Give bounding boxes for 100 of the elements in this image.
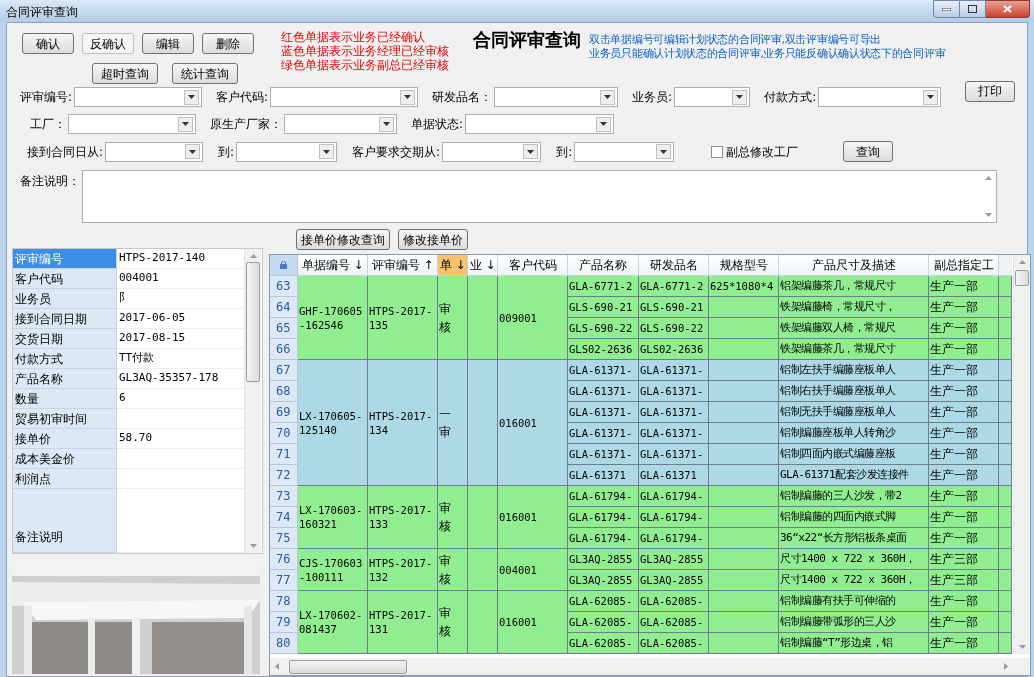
column-header[interactable]: 评审编号 ↑ [368,255,438,276]
column-header[interactable]: 单据编号 ↓ [298,255,368,276]
scrollbar[interactable] [244,249,261,553]
field-label: 备注说明： [20,173,80,190]
dropdown-field[interactable] [74,87,203,107]
dropdown-field[interactable] [494,87,619,107]
property-label[interactable]: 贸易初审时间 [13,409,117,429]
property-label[interactable]: 利润点 [13,469,117,489]
scroll-down-icon[interactable] [1018,645,1026,649]
dropdown-field[interactable] [465,114,615,134]
column-header[interactable] [999,255,1012,276]
column-header[interactable]: 单 ↓ [438,255,468,276]
table-cell: 铝制编藤有扶手可伸缩的 [779,591,929,612]
scrollbar-thumb[interactable] [1015,270,1029,286]
scroll-down-icon[interactable] [249,544,257,548]
property-label[interactable]: 客户代码 [13,269,117,289]
action-button[interactable]: 超时查询 [92,63,158,84]
action-button[interactable]: 修改接单价 [398,229,468,250]
table-cell: GL3AQ-2855 [639,570,709,591]
page-heading: 合同评审查询 [473,31,581,52]
dropdown-field[interactable] [236,141,338,162]
table-cell: GLA-62085- [568,633,639,654]
dropdown-field[interactable] [105,141,204,162]
action-button[interactable]: 查询 [843,141,894,162]
property-label[interactable]: 交货日期 [13,329,117,349]
legend-text: 蓝色单据表示业务经理已经审核 [281,44,449,58]
scroll-down-icon[interactable] [984,213,992,217]
scroll-up-icon[interactable] [1018,260,1026,264]
table-cell: 铝制编藤带弧形的三人沙 [779,612,929,633]
property-label[interactable]: 业务员 [13,289,117,309]
row-number: 74 [270,507,298,528]
property-label[interactable]: 接到合同日期 [13,309,117,329]
property-label[interactable]: 付款方式 [13,349,117,369]
action-button[interactable]: 确认 [22,33,74,54]
action-button[interactable]: 统计查询 [172,63,238,84]
review-number-cell[interactable]: HTPS-2017-133 [368,486,438,549]
dropdown-field[interactable] [68,114,196,134]
property-label[interactable]: 数量 [13,389,117,409]
scrollbar[interactable] [1013,255,1030,654]
caret-icon [189,149,197,154]
dropdown-field[interactable] [284,114,397,134]
scroll-up-icon[interactable] [249,254,257,258]
action-button[interactable]: 编辑 [142,33,194,54]
property-label[interactable]: 成本美金价 [13,449,117,469]
dropdown-field[interactable] [270,87,419,107]
column-header[interactable]: 产品尺寸及描述 [779,255,929,276]
close-button[interactable] [986,0,1030,18]
dropdown-field[interactable] [818,87,942,107]
column-header[interactable]: 规格型号 [709,255,779,276]
table-cell: GLA-6771-2 [568,276,639,297]
scroll-left-icon[interactable] [275,663,279,670]
review-number-cell[interactable]: HTPS-2017-132 [368,549,438,591]
document-number-cell[interactable]: LX-170603-160321 [298,486,368,549]
row-number: 75 [270,528,298,549]
dropdown-field[interactable] [574,141,675,162]
document-number-cell[interactable]: LX-170602-081437 [298,591,368,654]
review-number-cell[interactable]: HTPS-2017-135 [368,276,438,360]
maximize-button[interactable] [960,0,986,18]
checkbox[interactable] [711,145,724,158]
table-cell: 铝制编藤座板单人转角沙 [779,423,929,444]
column-header[interactable]: 产品名称 [568,255,639,276]
table-cell: 生产一部 [929,465,999,486]
column-header[interactable]: 副总指定工 [929,255,999,276]
legend-text: 红色单据表示业务已经确认 [281,30,426,44]
scrollbar-thumb[interactable] [289,659,407,674]
column-header[interactable]: 研发品名 [639,255,709,276]
property-label[interactable]: 接单价 [13,429,117,449]
table-cell: GLS-690-21 [639,297,709,318]
document-number-cell[interactable]: GHF-170605-162546 [298,276,368,360]
customer-code-cell: 004001 [498,549,568,591]
property-label[interactable]: 产品名称 [13,369,117,389]
field-label: 到: [218,143,235,161]
field-label: 评审编号: [20,89,73,106]
scrollbar[interactable] [270,658,1030,675]
corner-header[interactable] [270,255,298,276]
column-header[interactable]: 客户代码 [498,255,568,276]
table-cell: GLS02-2636 [568,339,639,360]
remarks-field[interactable] [82,170,997,223]
review-number-cell[interactable]: HTPS-2017-131 [368,591,438,654]
scroll-up-icon[interactable] [984,176,992,180]
row-number: 71 [270,444,298,465]
close-icon [1003,5,1012,13]
table-cell: 生产三部 [929,570,999,591]
action-button[interactable]: 接单价修改查询 [296,229,390,250]
table-cell: GLS02-2636 [639,339,709,360]
table-cell: 生产三部 [929,549,999,570]
table-cell: GLA-61371- [639,381,709,402]
document-number-cell[interactable]: CJS-170603-100111 [298,549,368,591]
review-number-cell[interactable]: HTPS-2017-134 [368,360,438,486]
property-label[interactable]: 备注说明 [13,489,117,553]
scrollbar-thumb[interactable] [246,262,260,382]
document-number-cell[interactable]: LX-170605-125140 [298,360,368,486]
action-button[interactable]: 打印 [965,80,1015,102]
table-cell: 铝架编藤茶几，常规尺寸 [779,276,929,297]
dropdown-field[interactable] [674,87,751,107]
column-header[interactable]: 业 ↓ [468,255,498,276]
dropdown-field[interactable] [442,141,542,162]
action-button[interactable]: 删除 [202,33,254,54]
scroll-right-icon[interactable] [1004,663,1008,670]
table-cell: GLS-690-22 [639,318,709,339]
